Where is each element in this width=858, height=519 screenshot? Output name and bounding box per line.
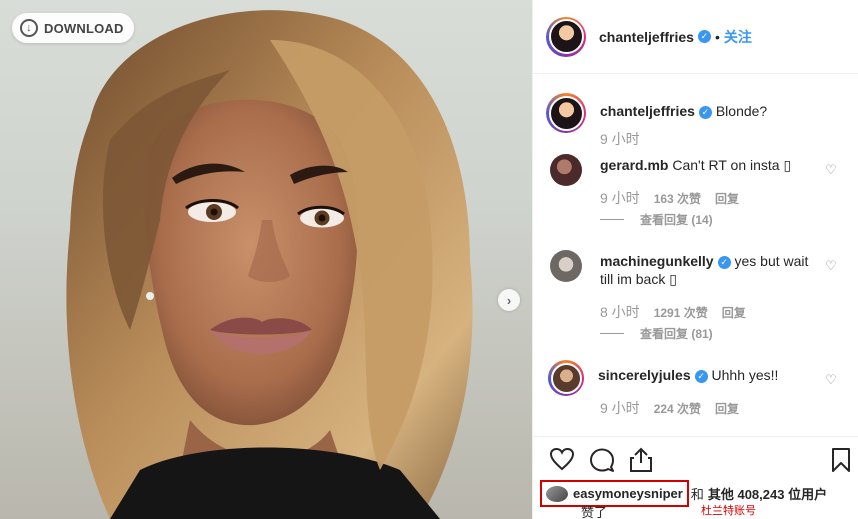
- post-header: chanteljeffries ✓ • 关注: [533, 0, 858, 74]
- comment-text: Can't RT on insta ▯: [672, 157, 792, 173]
- reply-button[interactable]: 回复: [715, 190, 739, 207]
- portrait-illustration: [66, 10, 473, 519]
- comment-likes[interactable]: 224 次赞: [654, 400, 701, 417]
- comment-username[interactable]: machinegunkelly: [600, 253, 714, 269]
- verified-icon: ✓: [697, 30, 711, 43]
- verified-icon: ✓: [717, 255, 731, 269]
- comments-list[interactable]: chanteljeffries ✓ Blonde? 9 小时 gerard.mb …: [533, 74, 858, 436]
- comment-likes[interactable]: 163 次赞: [654, 190, 701, 207]
- likes-others-count[interactable]: 其他 408,243 位用户: [708, 484, 827, 503]
- comment-icon[interactable]: [589, 447, 615, 473]
- header-separator: •: [714, 28, 720, 45]
- heart-icon[interactable]: ♡: [825, 372, 837, 388]
- bookmark-icon[interactable]: [831, 447, 851, 473]
- post-side-panel: chanteljeffries ✓ • 关注 chanteljeffries ✓ …: [532, 0, 858, 519]
- post-actions: easymoneysniper 和 其他 408,243 位用户 赞了 杜兰特账…: [533, 436, 858, 519]
- author-avatar[interactable]: [546, 16, 586, 57]
- comment-item: sincerelyjules ✓ Uhhh yes!!: [548, 360, 808, 396]
- comment-username[interactable]: gerard.mb: [600, 157, 668, 173]
- view-replies-label: 查看回复 (14): [640, 213, 713, 227]
- download-icon: ↓: [20, 19, 38, 37]
- comment-username[interactable]: sincerelyjules: [598, 367, 691, 383]
- highlighted-liker[interactable]: easymoneysniper: [540, 480, 689, 507]
- caption-text: Blonde?: [715, 103, 768, 119]
- liker-username[interactable]: easymoneysniper: [573, 486, 683, 501]
- chevron-right-icon: ›: [506, 292, 512, 308]
- view-replies-button[interactable]: 查看回复 (81): [600, 325, 713, 342]
- comment-text: Uhhh yes!!: [711, 367, 779, 383]
- share-icon[interactable]: [629, 447, 653, 473]
- download-label: DOWNLOAD: [44, 20, 124, 36]
- annotation-label: 杜兰特账号: [701, 505, 756, 517]
- heart-icon[interactable]: [549, 447, 575, 471]
- comment-likes[interactable]: 1291 次赞: [654, 304, 708, 321]
- comment-meta: 9 小时 224 次赞 回复: [600, 398, 739, 418]
- caption: chanteljeffries ✓ Blonde?: [546, 93, 830, 133]
- divider-line: [600, 219, 624, 220]
- caption-username[interactable]: chanteljeffries: [600, 103, 695, 119]
- follow-button[interactable]: 关注: [724, 27, 752, 47]
- commenter-avatar[interactable]: [550, 250, 582, 282]
- next-photo-button[interactable]: ›: [498, 289, 520, 311]
- view-replies-button[interactable]: 查看回复 (14): [600, 211, 713, 228]
- comment-time[interactable]: 8 小时: [600, 302, 640, 322]
- commenter-avatar[interactable]: [548, 360, 584, 396]
- liker-avatar: [546, 485, 568, 502]
- heart-icon[interactable]: ♡: [825, 162, 837, 178]
- verified-icon: ✓: [698, 105, 712, 119]
- comment-meta: 8 小时 1291 次赞 回复: [600, 302, 746, 322]
- download-button[interactable]: ↓ DOWNLOAD: [12, 13, 134, 43]
- post-photo[interactable]: ↓ DOWNLOAD ›: [0, 0, 532, 519]
- comment-item: machinegunkelly ✓ yes but wait till im ba…: [550, 250, 810, 288]
- comment-item: gerard.mb Can't RT on insta ▯: [550, 154, 810, 186]
- comment-time[interactable]: 9 小时: [600, 398, 640, 418]
- comment-time[interactable]: 9 小时: [600, 188, 640, 208]
- heart-icon[interactable]: ♡: [825, 258, 837, 274]
- reply-button[interactable]: 回复: [722, 304, 746, 321]
- view-replies-label: 查看回复 (81): [640, 327, 713, 341]
- caption-avatar[interactable]: [546, 93, 586, 133]
- caption-time[interactable]: 9 小时: [600, 129, 640, 149]
- likes-and: 和: [690, 487, 704, 502]
- author-username[interactable]: chanteljeffries: [599, 29, 694, 45]
- likes-tail-text: 赞了: [581, 505, 608, 519]
- divider-line: [600, 333, 624, 334]
- reply-button[interactable]: 回复: [715, 400, 739, 417]
- comment-meta: 9 小时 163 次赞 回复: [600, 188, 739, 208]
- verified-icon: ✓: [694, 369, 708, 383]
- commenter-avatar[interactable]: [550, 154, 582, 186]
